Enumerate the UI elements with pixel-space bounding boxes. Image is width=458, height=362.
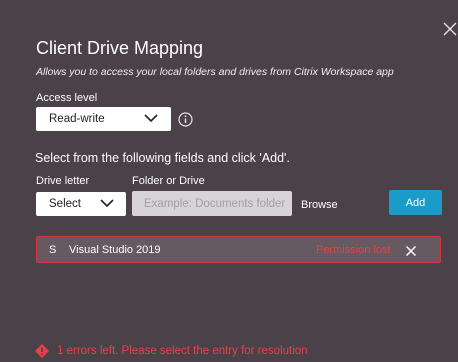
chevron-down-icon xyxy=(144,113,158,126)
error-diamond-icon xyxy=(35,344,49,358)
dialog-subtitle: Allows you to access your local folders … xyxy=(36,66,394,78)
instructions-text: Select from the following fields and cli… xyxy=(35,151,290,165)
chevron-down-icon xyxy=(100,198,114,211)
mapping-entry-row[interactable]: S Visual Studio 2019 Permission lost xyxy=(36,236,441,263)
drive-letter-value: Select xyxy=(49,198,81,210)
drive-letter-select[interactable]: Select xyxy=(36,192,126,216)
remove-icon[interactable] xyxy=(405,244,417,257)
entry-status: Permission lost xyxy=(316,244,391,256)
info-icon[interactable] xyxy=(178,112,193,127)
add-button[interactable]: Add xyxy=(389,190,442,215)
browse-button[interactable]: Browse xyxy=(301,199,338,211)
folder-path-input[interactable] xyxy=(132,191,292,216)
entry-folder-name: Visual Studio 2019 xyxy=(69,244,161,256)
drive-letter-label: Drive letter xyxy=(36,175,90,187)
error-message: 1 errors left. Please select the entry f… xyxy=(35,344,308,358)
access-level-value: Read-write xyxy=(49,113,105,125)
error-text: 1 errors left. Please select the entry f… xyxy=(57,345,308,357)
client-drive-mapping-dialog: Client Drive Mapping Allows you to acces… xyxy=(0,0,458,362)
access-level-label: Access level xyxy=(36,92,98,104)
access-level-select[interactable]: Read-write xyxy=(36,107,171,131)
folder-or-drive-label: Folder or Drive xyxy=(132,175,205,187)
close-icon[interactable] xyxy=(443,22,457,36)
entry-drive-letter: S xyxy=(49,244,57,256)
dialog-title: Client Drive Mapping xyxy=(36,38,204,58)
